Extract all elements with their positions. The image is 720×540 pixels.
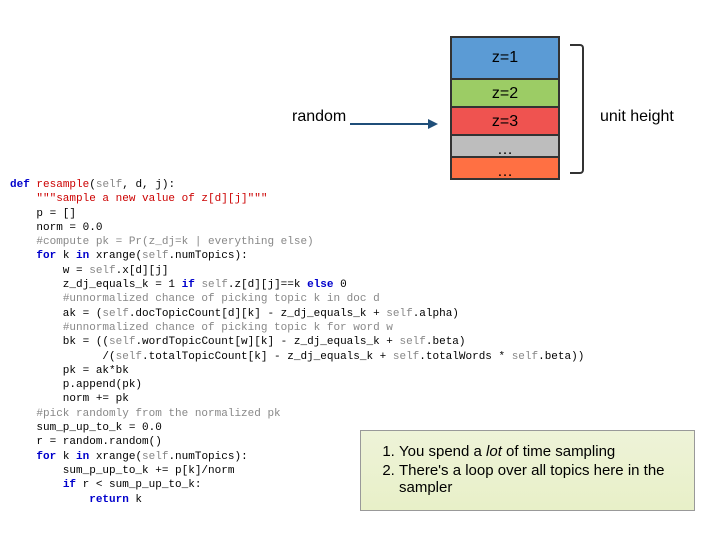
stack-cell-z4: … <box>450 134 560 158</box>
random-label: random <box>292 108 346 126</box>
arrow <box>350 115 438 133</box>
note-1: You spend a lot of time sampling <box>399 443 678 460</box>
stack-cell-z1: z=1 <box>450 36 560 80</box>
bracket <box>570 44 584 174</box>
stack-cell-z3: z=3 <box>450 106 560 136</box>
unit-height-label: unit height <box>600 108 674 126</box>
stack-diagram: z=1 z=2 z=3 … … <box>450 36 560 178</box>
stack-cell-z5: … <box>450 156 560 180</box>
note-2: There's a loop over all topics here in t… <box>399 462 678 496</box>
stack-cell-z2: z=2 <box>450 78 560 108</box>
note-box: You spend a lot of time sampling There's… <box>360 430 695 511</box>
